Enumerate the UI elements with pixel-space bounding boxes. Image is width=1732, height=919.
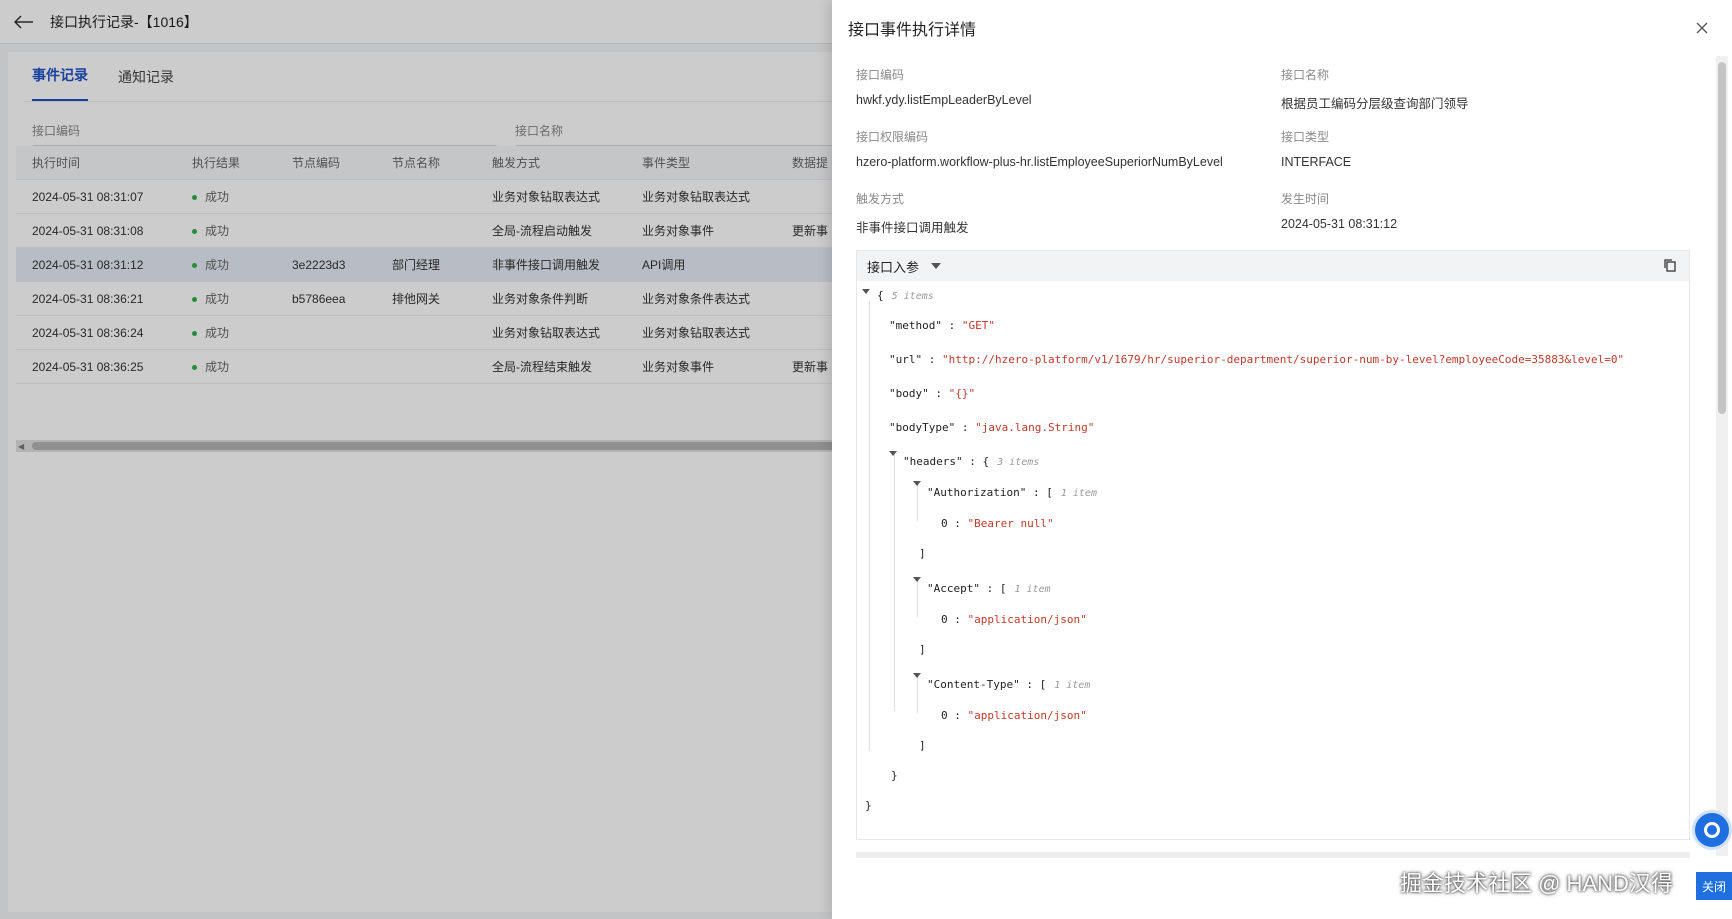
field-value: 2024-05-31 08:31:12 bbox=[1281, 217, 1398, 231]
field-interface-type: 接口类型 INTERFACE bbox=[1281, 128, 1706, 190]
panel-divider bbox=[856, 852, 1690, 858]
json-line-authorization: "Authorization" : [1 item bbox=[927, 486, 1097, 499]
collapse-toggle-icon[interactable] bbox=[862, 289, 870, 294]
vertical-scrollbar[interactable] bbox=[1716, 56, 1728, 856]
json-close-bracket: ] bbox=[919, 547, 926, 560]
json-value: "{}" bbox=[948, 387, 976, 400]
field-label: 发生时间 bbox=[1281, 192, 1330, 206]
field-label: 接口名称 bbox=[1281, 68, 1330, 82]
field-value: 根据员工编码分层级查询部门领导 bbox=[1281, 97, 1469, 111]
field-label: 接口编码 bbox=[856, 68, 905, 82]
json-value: "http://hzero-platform/v1/1679/hr/superi… bbox=[942, 353, 1625, 366]
json-value: "application/json" bbox=[967, 613, 1087, 626]
field-value: hzero-platform.workflow-plus-hr.listEmpl… bbox=[856, 155, 1223, 169]
json-key: "Content-Type" bbox=[927, 678, 1020, 691]
chat-assistant-icon[interactable] bbox=[1692, 810, 1732, 850]
close-icon[interactable] bbox=[1692, 18, 1712, 38]
json-key: "Accept" bbox=[927, 582, 980, 595]
drawer-title: 接口事件执行详情 bbox=[848, 22, 977, 39]
item-count: 1 item bbox=[1060, 488, 1097, 499]
collapse-toggle-icon[interactable] bbox=[889, 451, 897, 456]
json-value: "application/json" bbox=[967, 709, 1087, 722]
json-line-body: "body" : "{}" bbox=[889, 387, 976, 400]
field-occur-time: 发生时间 2024-05-31 08:31:12 bbox=[1281, 190, 1706, 252]
caret-down-icon[interactable] bbox=[931, 263, 942, 269]
field-value: INTERFACE bbox=[1281, 155, 1352, 169]
indent-guide bbox=[917, 481, 918, 521]
json-key: "url" bbox=[889, 353, 923, 366]
json-key: "body" bbox=[889, 387, 929, 400]
json-close-brace: } bbox=[891, 769, 898, 782]
modal-mask[interactable] bbox=[0, 0, 832, 919]
detail-drawer: 接口事件执行详情 接口编码 hwkf.ydy.listEmpLeaderByLe… bbox=[832, 0, 1732, 919]
field-label: 接口权限编码 bbox=[856, 130, 929, 144]
json-line-ctype-item: 0 : "application/json" bbox=[941, 709, 1087, 722]
info-grid: 接口编码 hwkf.ydy.listEmpLeaderByLevel 接口名称 … bbox=[856, 66, 1706, 252]
json-root-close: } bbox=[865, 799, 872, 812]
collapse-toggle-icon[interactable] bbox=[913, 673, 921, 678]
json-value: "GET" bbox=[961, 319, 995, 332]
copy-icon[interactable] bbox=[1663, 258, 1679, 274]
field-permission-code: 接口权限编码 hzero-platform.workflow-plus-hr.l… bbox=[856, 128, 1281, 190]
json-root-open: {5 items bbox=[877, 289, 934, 302]
item-count: 3 items bbox=[997, 457, 1040, 468]
json-key: "method" bbox=[889, 319, 942, 332]
json-line-accept-item: 0 : "application/json" bbox=[941, 613, 1087, 626]
indent-guide bbox=[917, 577, 918, 617]
field-trigger-mode: 触发方式 非事件接口调用触发 bbox=[856, 190, 1281, 252]
json-key: "Authorization" bbox=[927, 486, 1027, 499]
field-label: 接口类型 bbox=[1281, 130, 1330, 144]
item-count: 1 item bbox=[1014, 584, 1051, 595]
json-line-auth-item: 0 : "Bearer null" bbox=[941, 517, 1054, 530]
json-line-headers: "headers" : {3 items bbox=[903, 455, 1040, 468]
json-close-bracket: ] bbox=[919, 739, 926, 752]
field-label: 触发方式 bbox=[856, 192, 905, 206]
close-button[interactable]: 关闭 bbox=[1696, 872, 1732, 900]
item-count: 1 item bbox=[1054, 680, 1091, 691]
item-count: 5 items bbox=[891, 291, 934, 302]
collapse-toggle-icon[interactable] bbox=[913, 577, 921, 582]
json-key: "headers" bbox=[903, 455, 963, 468]
json-line-url: "url" : "http://hzero-platform/v1/1679/h… bbox=[889, 353, 1625, 366]
collapse-toggle-icon[interactable] bbox=[913, 481, 921, 486]
field-value: hwkf.ydy.listEmpLeaderByLevel bbox=[856, 93, 1032, 107]
indent-guide bbox=[917, 673, 918, 713]
scrollbar-thumb[interactable] bbox=[1718, 62, 1726, 414]
request-params-panel: 接口入参 {5 items "method" : "GET" "url" : "… bbox=[856, 250, 1690, 840]
indent-guide bbox=[894, 451, 895, 711]
panel-title: 接口入参 bbox=[867, 259, 920, 275]
drawer-header: 接口事件执行详情 bbox=[832, 0, 1732, 56]
json-line-accept: "Accept" : [1 item bbox=[927, 582, 1051, 595]
indent-guide bbox=[869, 301, 870, 751]
json-close-bracket: ] bbox=[919, 643, 926, 656]
panel-toolbar: 接口入参 bbox=[857, 251, 1689, 281]
json-value: "Bearer null" bbox=[967, 517, 1054, 530]
json-line-content-type: "Content-Type" : [1 item bbox=[927, 678, 1091, 691]
json-index: 0 bbox=[941, 517, 948, 530]
json-value: "java.lang.String" bbox=[975, 421, 1095, 434]
json-key: "bodyType" bbox=[889, 421, 956, 434]
panel-title-dropdown[interactable]: 接口入参 bbox=[867, 257, 942, 276]
json-index: 0 bbox=[941, 709, 948, 722]
field-interface-code: 接口编码 hwkf.ydy.listEmpLeaderByLevel bbox=[856, 66, 1281, 128]
json-viewer: {5 items "method" : "GET" "url" : "http:… bbox=[857, 281, 1689, 839]
watermark: 掘金技术社区 @ HAND汉得 bbox=[1400, 871, 1673, 896]
field-interface-name: 接口名称 根据员工编码分层级查询部门领导 bbox=[1281, 66, 1706, 128]
json-line-bodytype: "bodyType" : "java.lang.String" bbox=[889, 421, 1095, 434]
field-value: 非事件接口调用触发 bbox=[856, 221, 969, 235]
json-index: 0 bbox=[941, 613, 948, 626]
json-line-method: "method" : "GET" bbox=[889, 319, 995, 332]
